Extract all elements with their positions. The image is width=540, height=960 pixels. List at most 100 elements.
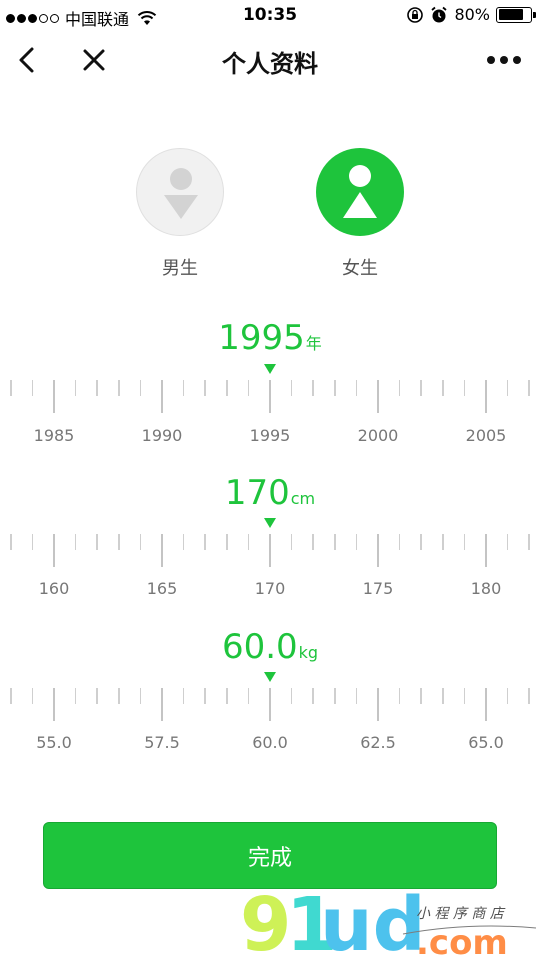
- ruler-minor-tick: [528, 688, 530, 704]
- ruler-tick-label: 175: [362, 579, 394, 598]
- female-avatar-circle[interactable]: [316, 148, 404, 236]
- ruler-minor-tick: [96, 534, 98, 550]
- ruler-minor-tick: [420, 380, 422, 396]
- ruler-minor-tick: [506, 534, 509, 550]
- ruler-minor-tick: [528, 534, 530, 550]
- ruler-major-tick: [485, 534, 487, 567]
- birth-year-pointer-icon: [264, 364, 276, 374]
- ruler-minor-tick: [118, 380, 120, 396]
- ruler-minor-tick: [226, 380, 228, 396]
- svg-text:小 程 序 商 店: 小 程 序 商 店: [416, 906, 506, 922]
- height-value: 170cm: [0, 473, 540, 513]
- ruler-minor-tick: [398, 380, 401, 396]
- weight-ruler[interactable]: 55.0 57.5 60.0 62.5 65.0: [0, 688, 540, 752]
- male-label: 男生: [162, 258, 198, 279]
- ruler-tick-label: 57.5: [144, 733, 180, 752]
- ruler-major-tick: [269, 534, 271, 567]
- ruler-minor-tick: [312, 380, 314, 396]
- watermark-logo: 9 1 ud .com 小 程 序 商 店: [240, 882, 537, 960]
- ruler-major-tick: [53, 380, 55, 413]
- ruler-minor-tick: [204, 534, 206, 550]
- ruler-minor-tick: [139, 688, 142, 704]
- ruler-minor-tick: [290, 534, 293, 550]
- ruler-major-tick: [161, 534, 163, 567]
- ruler-major-tick: [269, 688, 271, 721]
- ruler-minor-tick: [204, 688, 206, 704]
- ruler-minor-tick: [290, 380, 293, 396]
- ruler-tick-label: 165: [146, 579, 178, 598]
- ruler-minor-tick: [10, 380, 12, 396]
- battery-percent: 80%: [454, 5, 490, 24]
- ruler-minor-tick: [528, 380, 530, 396]
- height-number: 170: [224, 473, 290, 513]
- ruler-tick-label: 1995: [249, 426, 291, 445]
- ruler-tick-label: 55.0: [36, 733, 72, 752]
- height-unit: cm: [290, 489, 316, 508]
- ruler-minor-tick: [74, 534, 77, 550]
- ruler-minor-tick: [312, 534, 314, 550]
- ruler-tick-label: 60.0: [252, 733, 288, 752]
- ruler-minor-tick: [118, 534, 120, 550]
- battery-fill: [498, 9, 524, 20]
- rotation-lock-icon: [407, 6, 424, 23]
- ruler-minor-tick: [182, 688, 185, 704]
- birth-year-value: 1995年: [0, 318, 540, 358]
- svg-text:.com: .com: [416, 923, 508, 960]
- ruler-major-tick: [161, 688, 163, 721]
- ruler-tick-label: 1985: [33, 426, 75, 445]
- ruler-minor-tick: [355, 688, 358, 704]
- ruler-minor-tick: [247, 380, 250, 396]
- ruler-major-tick: [377, 380, 379, 413]
- ruler-major-tick: [53, 688, 55, 721]
- female-person-icon: [343, 165, 377, 218]
- weight-value: 60.0kg: [0, 627, 540, 667]
- ruler-major-tick: [485, 688, 487, 721]
- ruler-tick-label: 180: [470, 579, 502, 598]
- birth-year-number: 1995: [218, 318, 305, 358]
- navigation-bar: 个人资料: [0, 32, 540, 90]
- ruler-minor-tick: [31, 534, 34, 550]
- ruler-minor-tick: [442, 380, 444, 396]
- ruler-minor-tick: [334, 534, 336, 550]
- ruler-minor-tick: [334, 380, 336, 396]
- ruler-tick-label: 160: [38, 579, 70, 598]
- alarm-icon: [431, 6, 448, 22]
- ruler-minor-tick: [398, 534, 401, 550]
- more-options-button[interactable]: [484, 46, 524, 74]
- male-person-icon: [164, 168, 198, 219]
- gender-option-male[interactable]: 男生: [135, 148, 225, 280]
- ruler-minor-tick: [74, 380, 77, 396]
- svg-text:ud: ud: [320, 882, 426, 960]
- weight-unit: kg: [298, 643, 319, 662]
- birth-year-ruler[interactable]: 1985 1990 1995 2000 2005: [0, 380, 540, 445]
- ruler-minor-tick: [312, 688, 314, 704]
- ruler-tick-label: 62.5: [360, 733, 396, 752]
- ruler-minor-tick: [226, 688, 228, 704]
- ruler-minor-tick: [355, 534, 358, 550]
- page-title: 个人资料: [222, 50, 318, 78]
- ruler-minor-tick: [463, 688, 466, 704]
- gender-option-female[interactable]: 女生: [315, 148, 405, 280]
- ruler-minor-tick: [463, 534, 466, 550]
- ruler-major-tick: [53, 534, 55, 567]
- ruler-minor-tick: [442, 534, 444, 550]
- male-avatar-circle[interactable]: [136, 148, 224, 236]
- height-ruler[interactable]: 160 165 170 175 180: [0, 534, 540, 598]
- ruler-minor-tick: [182, 380, 185, 396]
- birth-year-unit: 年: [305, 334, 322, 353]
- ruler-minor-tick: [442, 688, 444, 704]
- ruler-tick-label: 1990: [141, 426, 183, 445]
- ruler-minor-tick: [74, 688, 77, 704]
- ruler-minor-tick: [398, 688, 401, 704]
- female-label: 女生: [342, 258, 378, 279]
- ruler-minor-tick: [290, 688, 293, 704]
- ruler-minor-tick: [10, 688, 12, 704]
- weight-pointer-icon: [264, 672, 276, 682]
- done-button[interactable]: 完成: [43, 822, 497, 889]
- ruler-major-tick: [161, 380, 163, 413]
- ruler-minor-tick: [204, 380, 206, 396]
- battery-icon: [496, 6, 536, 23]
- ruler-minor-tick: [96, 380, 98, 396]
- ruler-minor-tick: [506, 380, 509, 396]
- ruler-major-tick: [377, 688, 379, 721]
